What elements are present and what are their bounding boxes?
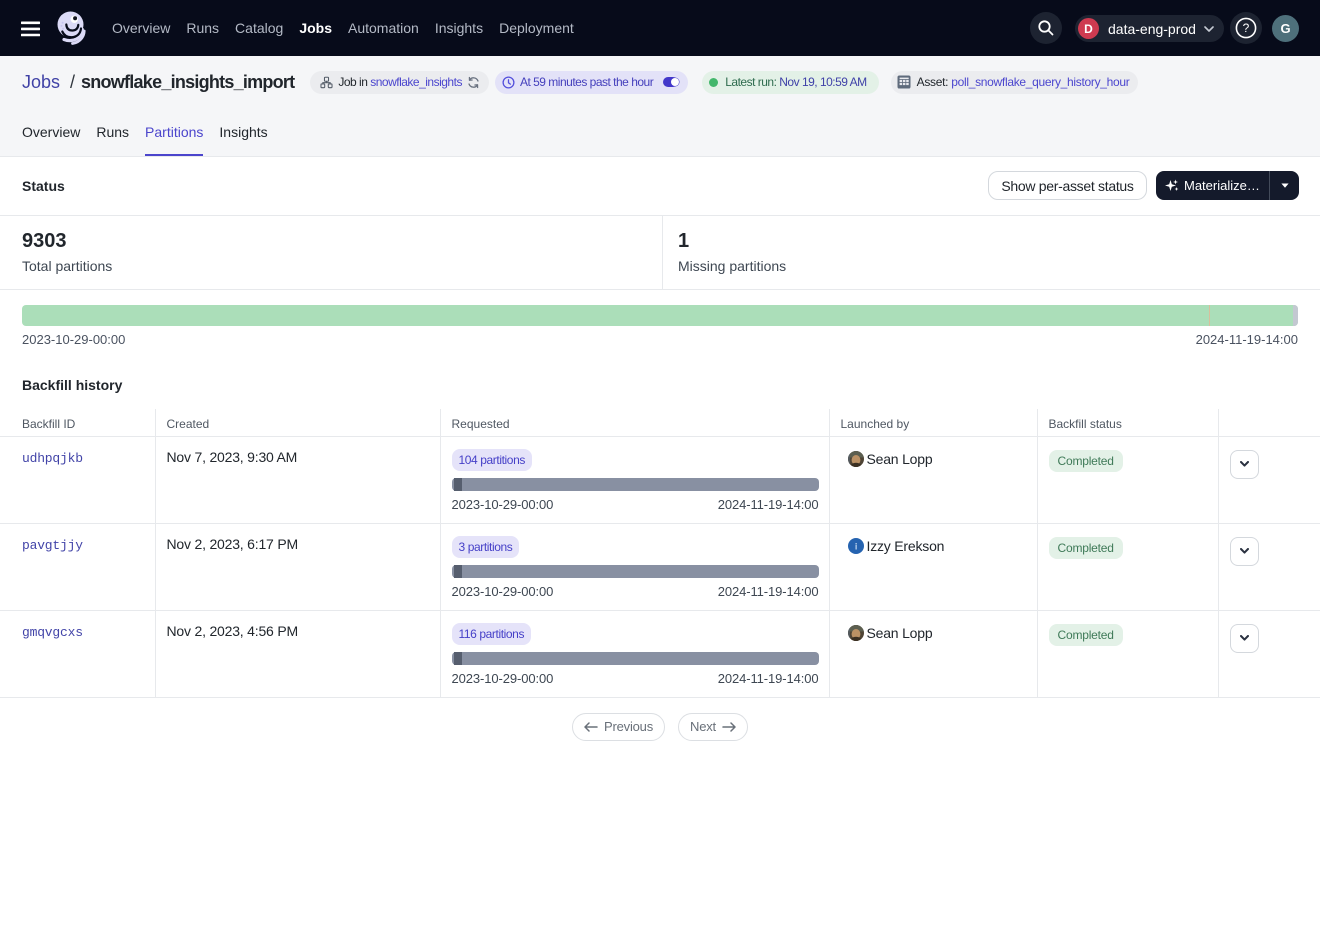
svg-text:i: i xyxy=(854,541,856,551)
svg-text:?: ? xyxy=(1243,21,1250,35)
